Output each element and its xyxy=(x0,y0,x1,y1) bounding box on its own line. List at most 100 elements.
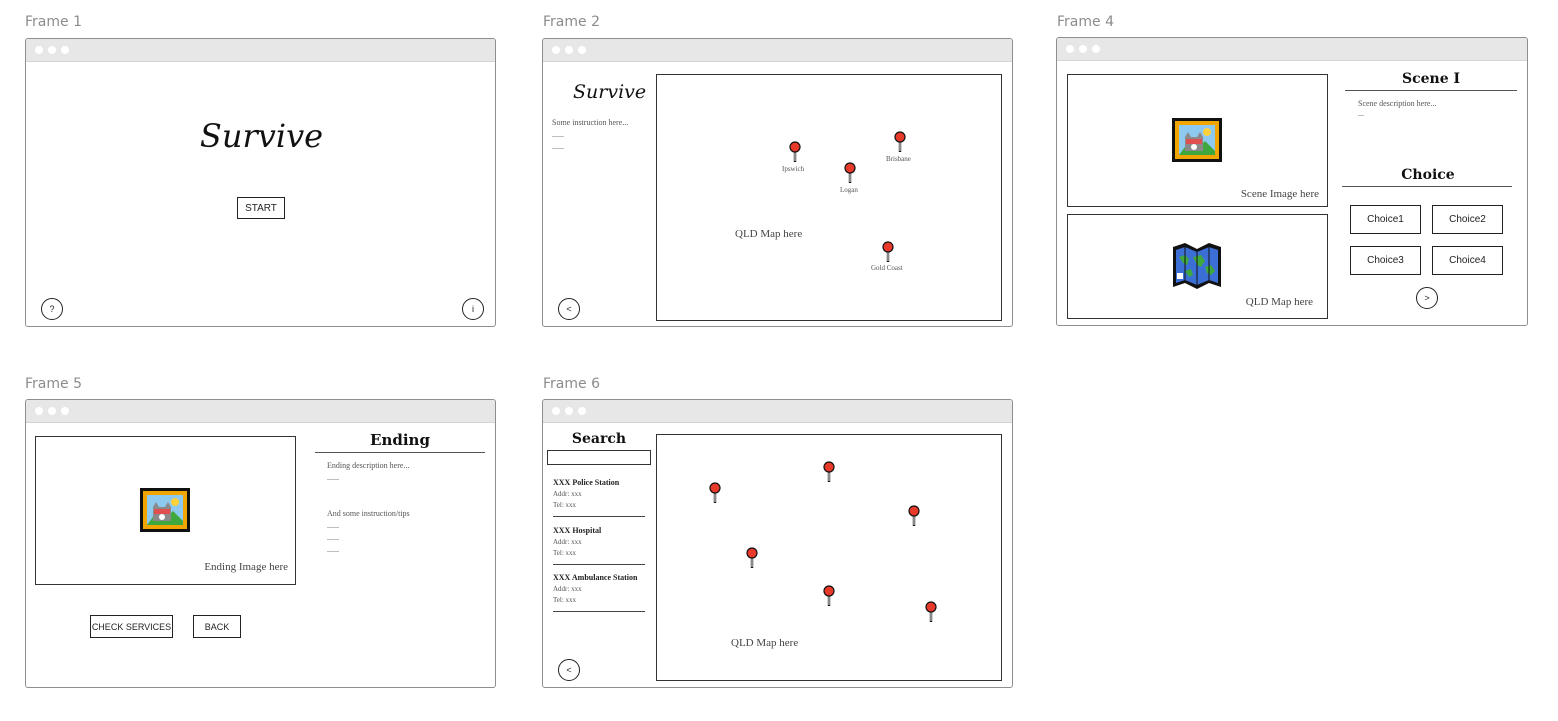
ending-image-label: Ending Image here xyxy=(204,561,288,573)
window-titlebar xyxy=(26,39,495,62)
divider xyxy=(1345,90,1517,91)
map-pin-icon[interactable] xyxy=(823,461,835,483)
map-pin-icon[interactable] xyxy=(789,141,801,163)
picture-icon xyxy=(139,487,191,533)
start-button[interactable]: START xyxy=(237,197,285,219)
pin-label-gold-coast: Gold Coast xyxy=(871,264,903,272)
window-titlebar xyxy=(543,400,1012,423)
divider xyxy=(553,564,645,565)
result-address: Addr: xxx xyxy=(553,538,582,546)
ending-image-area: Ending Image here xyxy=(35,436,296,585)
window-titlebar xyxy=(543,39,1012,62)
search-input[interactable] xyxy=(547,450,651,465)
frame-5: Ending Image here Ending Ending descript… xyxy=(25,399,496,688)
instruction-text: Some instruction here... xyxy=(552,118,629,127)
divider xyxy=(553,516,645,517)
frame-6: Search XXX Police Station Addr: xxx Tel:… xyxy=(542,399,1013,688)
result-phone: Tel: xxx xyxy=(553,549,577,557)
frame-4: Scene Image here QLD Map here Scene I Sc… xyxy=(1056,37,1528,326)
scene-image-label: Scene Image here xyxy=(1240,188,1319,200)
scene-description: Scene description here... xyxy=(1358,99,1437,108)
choice-title: Choice xyxy=(1401,167,1455,183)
check-services-button[interactable]: CHECK SERVICES xyxy=(90,615,173,638)
instruction-dots: ...... xyxy=(552,130,564,139)
scene-image-area: Scene Image here xyxy=(1067,74,1328,207)
frame-2-label: Frame 2 xyxy=(543,14,600,30)
map-pin-icon[interactable] xyxy=(823,585,835,607)
pin-label-ipswich: Ipswich xyxy=(782,165,805,173)
choice-4-button[interactable]: Choice4 xyxy=(1432,246,1503,275)
window-dot xyxy=(1092,45,1100,53)
result-phone: Tel: xxx xyxy=(553,501,577,509)
map-area[interactable]: QLD Map here xyxy=(1067,214,1328,319)
map-area[interactable]: QLD Map here xyxy=(656,434,1002,681)
tips-dots: ...... xyxy=(327,533,339,542)
scene-title: Scene I xyxy=(1401,71,1461,87)
frame-6-label: Frame 6 xyxy=(543,376,600,392)
map-pin-icon[interactable] xyxy=(908,505,920,527)
result-item[interactable]: XXX Police Station Addr: xxx Tel: xxx xyxy=(553,478,645,509)
frame-5-label: Frame 5 xyxy=(25,376,82,392)
map-pin-icon[interactable] xyxy=(844,162,856,184)
choice-2-button[interactable]: Choice2 xyxy=(1432,205,1503,234)
frame-1-label: Frame 1 xyxy=(25,14,82,30)
result-name: XXX Hospital xyxy=(553,526,602,535)
map-pin-icon[interactable] xyxy=(882,241,894,263)
pin-label-logan: Logan xyxy=(840,186,858,194)
window-titlebar xyxy=(1057,38,1527,61)
picture-icon xyxy=(1171,117,1223,163)
tips-dots: ...... xyxy=(327,545,339,554)
choice-3-button[interactable]: Choice3 xyxy=(1350,246,1421,275)
back-button[interactable]: < xyxy=(558,298,580,320)
window-dot xyxy=(48,46,56,54)
result-item[interactable]: XXX Hospital Addr: xxx Tel: xxx xyxy=(553,526,645,557)
result-name: XXX Ambulance Station xyxy=(553,573,638,582)
back-button[interactable]: BACK xyxy=(193,615,241,638)
window-dot xyxy=(61,46,69,54)
map-pin-icon[interactable] xyxy=(746,547,758,569)
ending-description: Ending description here... xyxy=(327,461,410,470)
scene-description-dots: ... xyxy=(1358,109,1364,118)
window-dot xyxy=(578,407,586,415)
tips-dots: ...... xyxy=(327,521,339,530)
window-dot xyxy=(48,407,56,415)
pin-label-brisbane: Brisbane xyxy=(886,155,911,163)
window-dot xyxy=(552,407,560,415)
map-placeholder-label: QLD Map here xyxy=(1245,296,1313,308)
game-title: Survive xyxy=(573,81,647,103)
frame-1: Survive START ? i xyxy=(25,38,496,327)
result-item[interactable]: XXX Ambulance Station Addr: xxx Tel: xxx xyxy=(553,573,651,604)
world-map-icon xyxy=(1171,241,1223,291)
window-dot xyxy=(35,407,43,415)
divider xyxy=(315,452,485,453)
ending-description-dots: ...... xyxy=(327,473,339,482)
next-button[interactable]: > xyxy=(1416,287,1438,309)
info-button[interactable]: i xyxy=(462,298,484,320)
map-area[interactable]: Ipswich Brisbane Logan Gold Coast QLD Ma… xyxy=(656,74,1002,321)
back-button[interactable]: < xyxy=(558,659,580,681)
map-placeholder-label: QLD Map here xyxy=(731,637,799,649)
choice-1-button[interactable]: Choice1 xyxy=(1350,205,1421,234)
map-pin-icon[interactable] xyxy=(709,482,721,504)
result-address: Addr: xxx xyxy=(553,585,582,593)
window-titlebar xyxy=(26,400,495,423)
map-pin-icon[interactable] xyxy=(925,601,937,623)
ending-title: Ending xyxy=(370,431,430,449)
window-dot xyxy=(35,46,43,54)
window-dot xyxy=(565,407,573,415)
help-button[interactable]: ? xyxy=(41,298,63,320)
window-dot xyxy=(552,46,560,54)
result-name: XXX Police Station xyxy=(553,478,620,487)
game-title: Survive xyxy=(199,117,324,155)
map-placeholder-label: QLD Map here xyxy=(735,228,803,240)
window-dot xyxy=(1066,45,1074,53)
instruction-dots: ...... xyxy=(552,142,564,151)
map-pin-icon[interactable] xyxy=(894,131,906,153)
window-dot xyxy=(578,46,586,54)
tips-text: And some instruction/tips xyxy=(327,509,410,518)
result-phone: Tel: xxx xyxy=(553,596,577,604)
divider xyxy=(1342,186,1512,187)
search-title: Search xyxy=(571,431,627,447)
window-dot xyxy=(565,46,573,54)
frame-2: Survive Some instruction here... ...... … xyxy=(542,38,1013,327)
